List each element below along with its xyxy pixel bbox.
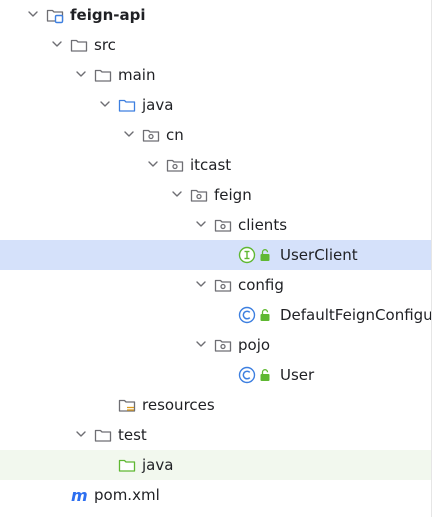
chevron-down-icon[interactable] — [74, 427, 88, 441]
tree-node-defaultfeignconfiguration[interactable]: DefaultFeignConfigu — [0, 300, 433, 330]
tree-node-label: UserClient — [280, 246, 358, 264]
tree-node-test[interactable]: test — [0, 420, 431, 450]
tree-node-config[interactable]: config — [0, 270, 431, 300]
tree-node-label: config — [238, 276, 284, 294]
tree-node-user[interactable]: User — [0, 360, 431, 390]
class-icon — [238, 366, 256, 384]
tree-node-cn[interactable]: cn — [0, 120, 431, 150]
tree-node-itcast[interactable]: itcast — [0, 150, 431, 180]
resources-folder-icon — [118, 396, 136, 414]
chevron-down-icon[interactable] — [74, 67, 88, 81]
package-icon — [214, 336, 232, 354]
chevron-down-icon[interactable] — [122, 127, 136, 141]
tree-node-java-test[interactable]: java — [0, 450, 431, 480]
chevron-down-icon[interactable] — [170, 187, 184, 201]
tree-node-label: pom.xml — [94, 486, 160, 504]
tree-node-label: cn — [166, 126, 184, 144]
tree-node-pom-xml[interactable]: m pom.xml — [0, 480, 431, 510]
folder-icon — [94, 426, 112, 444]
svg-text:m: m — [71, 486, 88, 504]
tree-node-src[interactable]: src — [0, 30, 431, 60]
chevron-down-icon[interactable] — [50, 37, 64, 51]
folder-icon — [70, 36, 88, 54]
module-folder-icon — [46, 6, 64, 24]
chevron-down-icon[interactable] — [194, 337, 208, 351]
chevron-down-icon[interactable] — [194, 217, 208, 231]
lock-icon — [259, 368, 271, 382]
test-folder-icon — [118, 456, 136, 474]
package-icon — [142, 126, 160, 144]
tree-node-resources[interactable]: resources — [0, 390, 431, 420]
tree-node-label: test — [118, 426, 147, 444]
package-icon — [214, 276, 232, 294]
lock-icon — [259, 308, 271, 322]
tree-node-label: clients — [238, 216, 288, 234]
source-folder-icon — [118, 96, 136, 114]
chevron-down-icon[interactable] — [98, 97, 112, 111]
lock-icon — [259, 248, 271, 262]
tree-node-label: feign-api — [70, 6, 146, 24]
tree-node-label: feign — [214, 186, 252, 204]
tree-node-main[interactable]: main — [0, 60, 431, 90]
tree-node-label: java — [142, 456, 174, 474]
tree-node-java-source[interactable]: java — [0, 90, 431, 120]
folder-icon — [94, 66, 112, 84]
tree-node-label: src — [94, 36, 116, 54]
package-icon — [166, 156, 184, 174]
chevron-down-icon[interactable] — [26, 7, 40, 21]
tree-node-label: java — [142, 96, 174, 114]
tree-node-label: resources — [142, 396, 215, 414]
chevron-down-icon[interactable] — [146, 157, 160, 171]
package-icon — [214, 216, 232, 234]
tree-node-pojo[interactable]: pojo — [0, 330, 431, 360]
tree-node-clients[interactable]: clients — [0, 210, 431, 240]
maven-icon: m — [70, 486, 88, 505]
vertical-scrollbar[interactable] — [431, 0, 439, 517]
tree-node-feign-api[interactable]: feign-api — [0, 0, 431, 30]
project-tree: feign-api src main java cn itcast feign … — [0, 0, 439, 517]
tree-node-label: DefaultFeignConfigu — [280, 306, 433, 324]
tree-node-label: itcast — [190, 156, 232, 174]
tree-node-label: User — [280, 366, 315, 384]
interface-icon — [238, 246, 256, 264]
tree-node-feign[interactable]: feign — [0, 180, 431, 210]
package-icon — [190, 186, 208, 204]
class-icon — [238, 306, 256, 324]
chevron-down-icon[interactable] — [194, 277, 208, 291]
tree-node-userclient[interactable]: UserClient — [0, 240, 431, 270]
tree-node-label: main — [118, 66, 156, 84]
tree-node-label: pojo — [238, 336, 271, 354]
